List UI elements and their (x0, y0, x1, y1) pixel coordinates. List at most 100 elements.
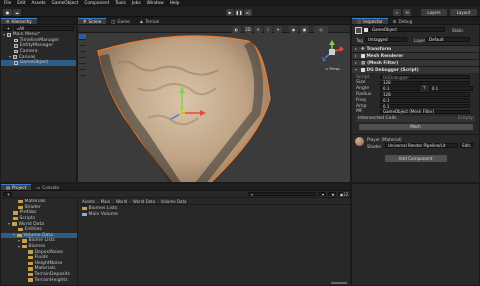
menu-file[interactable]: File (4, 1, 11, 6)
active-checkbox[interactable] (364, 28, 368, 32)
filter-by-type-button[interactable]: ▾ (318, 192, 326, 197)
menu-assets[interactable]: Assets (32, 1, 46, 6)
tab-game[interactable]: ◫ Game (106, 18, 134, 24)
field-value[interactable]: 128 (380, 92, 470, 97)
field-row: Freq 0.1 (356, 97, 475, 103)
play-button[interactable]: ▶ (226, 8, 234, 16)
expand-arrow-icon[interactable] (9, 56, 11, 59)
breadcrumb-separator-icon: › (157, 199, 159, 204)
expand-arrow-icon[interactable] (13, 234, 15, 237)
project-file-item[interactable]: Main Volume (82, 212, 348, 218)
intersected-cells-list[interactable]: Intersected Cells Empty (356, 115, 475, 122)
scene-viewport[interactable]: < Persp (78, 33, 350, 182)
custom-tool-button[interactable] (79, 70, 86, 76)
dg-debugger-checkbox[interactable] (361, 68, 365, 72)
hierarchy-search-input[interactable]: ⌕ All (14, 26, 74, 31)
info-icon: ⓘ (357, 18, 362, 24)
tab-terrain[interactable]: ⛰ Terrain (135, 18, 165, 24)
sphere-icon: ◐ (234, 27, 239, 32)
lighting-toggle[interactable]: ☀ (254, 26, 262, 33)
create-asset-button[interactable]: + (3, 192, 12, 197)
folder-label: Entities (24, 227, 42, 233)
orientation-gizmo[interactable] (319, 39, 345, 65)
camera-settings-button[interactable]: ▣ (300, 26, 309, 33)
menu-gameobject[interactable]: GameObject (52, 1, 79, 6)
play-icon: ▶ (228, 9, 232, 15)
field-extra-value[interactable]: 0.1 (428, 86, 473, 91)
search-icon: ⌕ (251, 191, 254, 197)
breadcrumb-item[interactable]: Assets (82, 199, 95, 204)
folder-icon (12, 222, 17, 226)
folder-label: Fluids (34, 255, 48, 261)
expand-arrow-icon[interactable] (18, 239, 20, 242)
pause-button[interactable]: ❚❚ (235, 8, 243, 16)
mesh-filter-component-header[interactable]: ▦ (Mesh Filter) (352, 59, 479, 66)
mesh-renderer-component-header[interactable]: Mesh Renderer (352, 52, 479, 59)
shader-edit-button[interactable]: Edit... (460, 143, 474, 148)
field-value[interactable]: 0.1 (380, 86, 420, 91)
field-value[interactable]: 0.1 (380, 98, 470, 103)
project-folder-item[interactable]: TerrainHeights (1, 277, 77, 283)
layer-dropdown[interactable]: Default (426, 37, 470, 42)
material-preview-icon (355, 136, 364, 146)
breadcrumb-item[interactable]: Main (101, 199, 111, 204)
zoom-slider[interactable] (331, 282, 347, 284)
menu-edit[interactable]: Edit (17, 1, 25, 6)
favorites-button[interactable]: ★ (328, 192, 336, 197)
scene-toolbar: ◐ 2D ☀ ♪ ✦ ◉ ▣ ◎ (78, 25, 350, 33)
field-value[interactable]: 128 (380, 80, 470, 85)
pause-icon: ❚❚ (235, 9, 243, 15)
object-name-field[interactable]: GameObject (369, 27, 445, 32)
tab-debug[interactable]: ⚙ Debug (388, 18, 418, 24)
mesh-button[interactable]: Mesh (358, 123, 473, 130)
tab-hierarchy[interactable]: ≡ Hierarchy (1, 18, 37, 24)
folder-label: Biomes (28, 244, 46, 250)
expand-arrow-icon[interactable] (8, 223, 10, 226)
tab-scene[interactable]: # Scene (78, 18, 107, 24)
breadcrumb-item[interactable]: World (116, 199, 127, 204)
expand-arrow-icon[interactable] (18, 245, 20, 248)
cloud-button[interactable]: ☁ (13, 8, 21, 16)
menu-component[interactable]: Component (84, 1, 109, 6)
search-button[interactable]: ⌕ (393, 8, 401, 16)
history-button[interactable]: ⟲ (403, 8, 411, 16)
hidden-packages-button[interactable]: ◉ 22 (338, 192, 348, 197)
shading-mode-button[interactable]: ◐ (232, 26, 241, 33)
layers-dropdown[interactable]: Layers (421, 8, 447, 16)
field-value[interactable]: 0.1 (380, 104, 470, 109)
field-row: Radius 128 (356, 92, 475, 98)
hierarchy-list: Main Menu* TimelineManager EntityManager Ca… (1, 32, 76, 66)
dg-debugger-fields: Script DGDebugger Size 128 Angle 0.1 Y 0.1 Radi… (356, 74, 475, 130)
audio-toggle[interactable]: ♪ (264, 26, 272, 33)
layout-dropdown[interactable]: Layout (450, 8, 477, 16)
tab-console[interactable]: ▭ Console (31, 184, 64, 190)
mesh-renderer-checkbox[interactable] (361, 54, 365, 58)
effects-toggle[interactable]: ✦ (274, 26, 282, 33)
shader-dropdown[interactable]: Universal Render Pipeline/Lit (385, 143, 458, 148)
expand-arrow-icon[interactable] (3, 33, 5, 36)
transform-component-header[interactable]: ✥ Transform (352, 45, 479, 52)
account-button[interactable]: ● (3, 8, 12, 16)
menu-tools[interactable]: Tools (115, 1, 126, 6)
hidden-objects-toggle[interactable]: ◉ (289, 26, 298, 33)
2d-toggle[interactable]: 2D (244, 26, 252, 33)
add-component-button[interactable]: Add Component (384, 154, 447, 162)
project-search-input[interactable]: ⌕ (248, 192, 316, 197)
tab-project[interactable]: ▤ Project (1, 184, 32, 190)
tag-dropdown[interactable]: Untagged (365, 37, 407, 42)
breadcrumb-item[interactable]: World Data (133, 199, 155, 204)
tab-inspector[interactable]: ⓘ Inspector (352, 18, 388, 24)
cube-icon (14, 60, 18, 65)
hierarchy-item[interactable]: GameObject (1, 59, 76, 66)
create-button[interactable]: + (3, 26, 12, 31)
menu-jobs[interactable]: Jobs (132, 1, 141, 6)
breadcrumb-item[interactable]: Volume Data (161, 199, 187, 204)
gizmos-button[interactable]: ◎ (314, 26, 328, 33)
menu-window[interactable]: Window (147, 1, 164, 6)
field-value[interactable]: GameObject (Mesh Filter) (380, 109, 470, 114)
step-button[interactable]: ▸| (244, 8, 252, 16)
menu-help[interactable]: Help (170, 1, 180, 6)
dg-debugger-component-header[interactable]: DG Debugger (Script) (352, 66, 479, 73)
perspective-label[interactable]: < Persp (325, 66, 340, 71)
static-toggle[interactable]: Static (452, 28, 463, 33)
